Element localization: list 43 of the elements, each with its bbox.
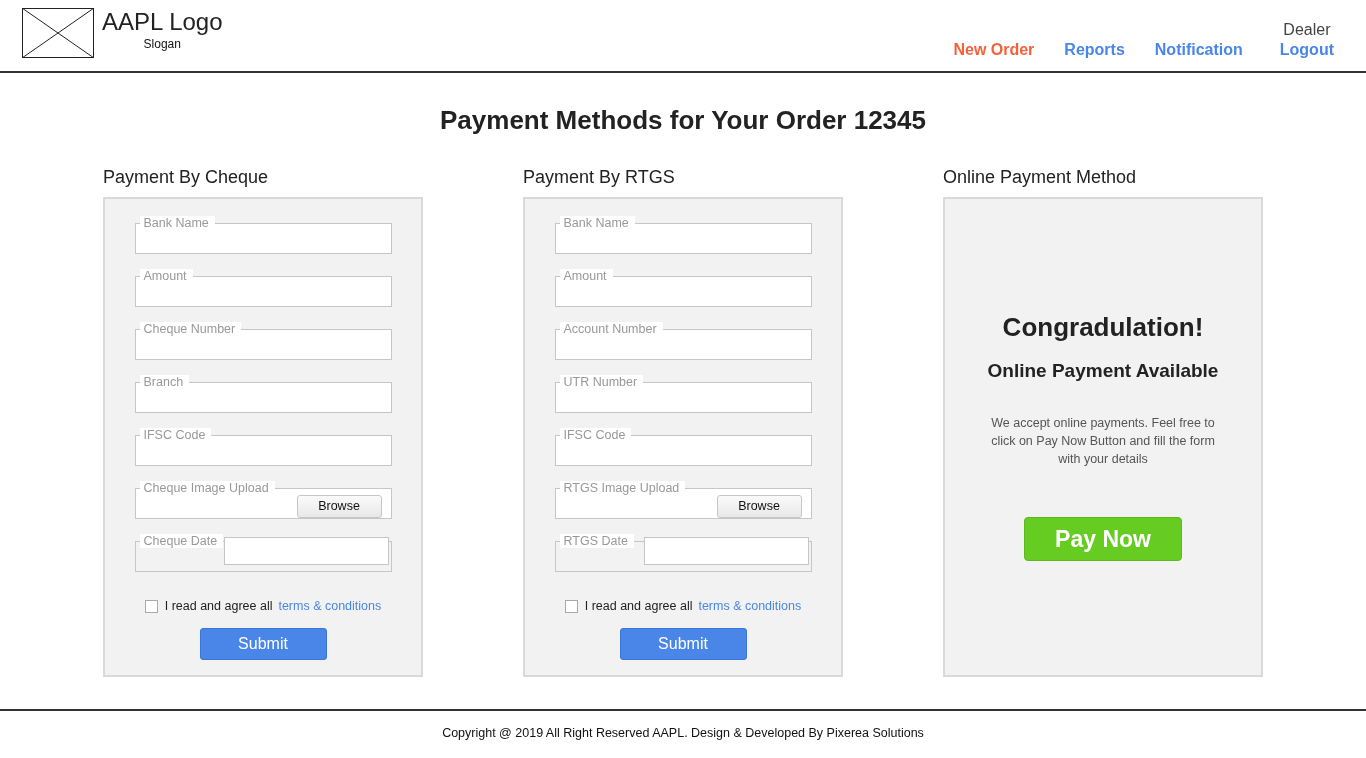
panel-title: Payment By Cheque — [103, 166, 270, 188]
logout-link[interactable]: Logout — [1279, 40, 1334, 60]
submit-button[interactable]: Submit — [619, 628, 747, 660]
agree-label: I read and agree all — [584, 599, 693, 613]
pay-now-button[interactable]: Pay Now — [1024, 517, 1182, 561]
date-input[interactable] — [223, 537, 389, 565]
nav-link[interactable]: New Order — [953, 40, 1035, 60]
terms-link[interactable]: terms & conditions — [278, 599, 382, 613]
input-field[interactable]: Cheque Date — [134, 534, 392, 572]
input-field[interactable]: Branch — [134, 375, 392, 413]
input-field[interactable]: Cheque Image Upload Browse — [134, 481, 392, 519]
logo-placeholder-icon — [22, 8, 94, 58]
input-field[interactable]: IFSC Code — [134, 428, 392, 466]
checkbox[interactable] — [144, 599, 158, 613]
input-field[interactable]: Cheque Number — [134, 322, 392, 360]
agree-label: I read and agree all — [164, 599, 273, 613]
panel-title: Payment By RTGS — [523, 166, 676, 188]
input-field[interactable]: RTGS Date — [554, 534, 812, 572]
input-field[interactable]: Amount — [134, 269, 392, 307]
congrats-heading: Congradulation! — [1002, 311, 1204, 343]
date-input[interactable] — [643, 537, 809, 565]
slogan: Slogan — [143, 36, 181, 52]
page-title: Payment Methods for Your Order 12345 — [440, 104, 926, 136]
nav-link[interactable]: Reports — [1064, 40, 1125, 60]
copyright-text: Copyright @ 2019 All Right Reserved AAPL. Design & Developed By Pixerea Solutions — [442, 726, 924, 740]
submit-button[interactable]: Submit — [199, 628, 327, 660]
description-text: We accept online payments. Feel free to click on Pay Now Button and fill the form with your details — [990, 415, 1216, 468]
terms-link[interactable]: terms & conditions — [698, 599, 802, 613]
input-field[interactable]: Amount — [554, 269, 812, 307]
input-field[interactable]: Bank Name — [554, 216, 812, 254]
browse-button[interactable]: Browse — [296, 494, 382, 518]
online-subheading: Online Payment Available — [987, 359, 1219, 383]
user-role: Dealer — [1283, 20, 1331, 40]
input-field[interactable]: Bank Name — [134, 216, 392, 254]
browse-button[interactable]: Browse — [716, 494, 802, 518]
logo-title: AAPL Logo — [102, 8, 223, 36]
input-field[interactable]: RTGS Image Upload Browse — [554, 481, 812, 519]
nav-link[interactable]: Notification — [1154, 40, 1243, 60]
input-field[interactable]: Account Number — [554, 322, 812, 360]
checkbox[interactable] — [564, 599, 578, 613]
panel-title: Online Payment Method — [943, 166, 1138, 188]
input-field[interactable]: IFSC Code — [554, 428, 812, 466]
input-field[interactable]: UTR Number — [554, 375, 812, 413]
